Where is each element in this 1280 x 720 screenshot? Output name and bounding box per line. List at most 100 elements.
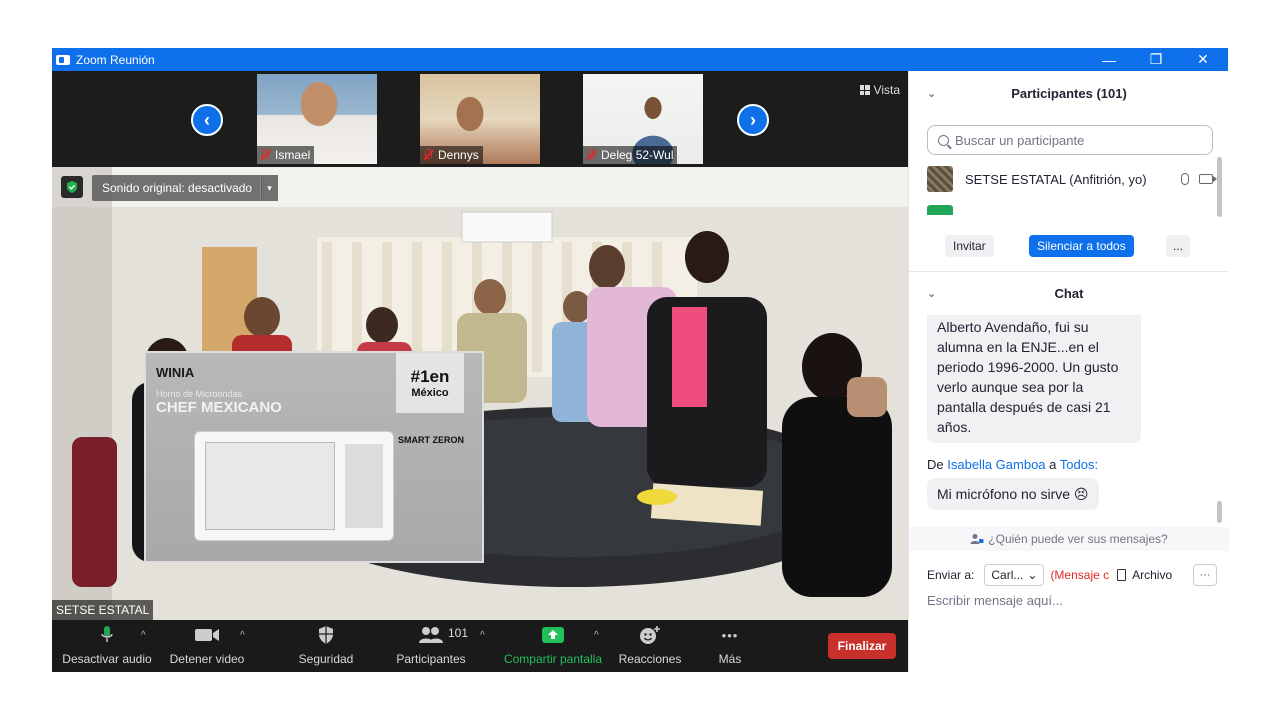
chat-to-separator: a: [1049, 457, 1057, 472]
original-sound-caret[interactable]: ▾: [260, 175, 278, 201]
invite-button[interactable]: Invitar: [945, 235, 994, 257]
original-sound-button[interactable]: Sonido original: desactivado: [92, 175, 263, 201]
chat-message-line: alumna en la ENJE...en el: [937, 339, 1099, 355]
zoom-logo-icon: [56, 54, 70, 65]
send-to-label: Enviar a:: [927, 568, 975, 582]
chat-visibility-text: ¿Quién puede ver sus mensajes?: [988, 532, 1168, 546]
previous-page-button[interactable]: ‹: [191, 104, 223, 136]
participant-search-placeholder: Buscar un participante: [955, 132, 1085, 148]
video-options-caret[interactable]: ^: [240, 630, 245, 641]
video-camera-icon[interactable]: [1199, 174, 1217, 184]
panel-divider: [909, 271, 1229, 272]
file-button-label[interactable]: Archivo: [1132, 568, 1172, 582]
thumbnail-name-bar: Dennys: [420, 146, 483, 164]
meeting-toolbar: Desactivar audio ^ Detener video ^ Segur…: [52, 620, 908, 672]
toolbar-item-more[interactable]: ••• Más: [708, 620, 752, 672]
active-speaker-name: SETSE ESTATAL: [52, 600, 154, 620]
product-box-subtitle: Horno de Microondas: [156, 389, 243, 399]
participants-header: ⌄ Participantes (101): [909, 81, 1229, 105]
microphone-icon[interactable]: [1181, 173, 1189, 185]
chat-visibility-notice[interactable]: ¿Quién puede ver sus mensajes?: [909, 527, 1229, 551]
microwave-door: [205, 442, 335, 530]
microwave-image: [194, 431, 394, 541]
participant-thumbnail[interactable]: Dennys: [420, 74, 540, 164]
restore-button[interactable]: ❐: [1133, 48, 1179, 71]
participants-options-caret[interactable]: ^: [480, 630, 485, 641]
product-box-feature: SMART ZERON: [398, 435, 464, 445]
microwave-keypad: [345, 444, 383, 528]
file-icon[interactable]: [1117, 569, 1127, 581]
chat-message-line: verlo aunque sea por la: [937, 379, 1084, 395]
window-title: Zoom Reunión: [76, 52, 155, 67]
active-speaker-video: WINIA Horno de Microondas CHEF MEXICANO …: [52, 167, 908, 620]
share-options-caret[interactable]: ^: [594, 630, 599, 641]
muted-microphone-icon: [585, 149, 597, 161]
toolbar-item-audio[interactable]: Desactivar audio: [58, 620, 156, 672]
participants-scrollbar[interactable]: [1217, 157, 1222, 217]
muted-microphone-icon: [422, 149, 434, 161]
chat-title: Chat: [1054, 285, 1084, 301]
participants-more-button[interactable]: ...: [1166, 235, 1190, 257]
chat-message-bubble: Alberto Avendaño, fui su alumna en la EN…: [927, 315, 1141, 443]
participants-count: 101: [448, 626, 469, 640]
participant-thumbnail[interactable]: Ismael: [257, 74, 377, 164]
audio-options-caret[interactable]: ^: [141, 630, 146, 641]
toolbar-item-security[interactable]: Seguridad: [290, 620, 362, 672]
search-icon: [938, 134, 949, 146]
thumbnail-name: Dennys: [438, 148, 479, 162]
shield-check-icon: [67, 181, 77, 193]
participant-thumbnail[interactable]: Deleg 52-Wul: [583, 74, 703, 164]
toolbar-item-reactions[interactable]: Reacciones: [616, 620, 684, 672]
toolbar-label: Compartir pantalla: [503, 652, 603, 666]
chevron-down-icon: ⌄: [1027, 568, 1038, 582]
chat-recipient-name[interactable]: Todos:: [1060, 457, 1098, 472]
thumbnail-name: Ismael: [275, 148, 311, 162]
encryption-shield-badge[interactable]: [61, 176, 83, 198]
chat-scrollbar[interactable]: [1217, 501, 1222, 523]
close-button[interactable]: ✕: [1180, 48, 1226, 71]
participant-search-input[interactable]: Buscar un participante: [927, 125, 1213, 155]
participant-row[interactable]: SETSE ESTATAL (Anfitrión, yo): [927, 166, 1217, 192]
product-box-title: CHEF MEXICANO: [156, 399, 282, 416]
view-button[interactable]: Vista: [859, 83, 900, 97]
mute-all-button[interactable]: Silenciar a todos: [1029, 235, 1134, 257]
product-box: WINIA Horno de Microondas CHEF MEXICANO …: [144, 351, 484, 563]
end-meeting-button[interactable]: Finalizar: [828, 633, 896, 659]
toolbar-label: Seguridad: [298, 652, 354, 666]
product-box-badge: #1en México: [396, 353, 464, 413]
minimize-button[interactable]: —: [1086, 48, 1132, 71]
thumbnail-strip: ‹ Ismael Dennys Deleg 52-Wul › Vista: [52, 71, 908, 167]
chat-from-prefix: De: [927, 457, 944, 472]
toolbar-item-share-screen[interactable]: Compartir pantalla: [502, 620, 604, 672]
chat-collapse-icon[interactable]: ⌄: [927, 287, 936, 300]
participant-status-icons: [1181, 173, 1217, 185]
chat-message-line: años.: [937, 419, 972, 435]
participants-title: Participantes (101): [1011, 85, 1127, 101]
thumbnail-name-bar: Deleg 52-Wul: [583, 146, 678, 164]
chat-message-line: periodo 1996-2000. Un gusto: [937, 359, 1119, 375]
product-box-brand: WINIA: [156, 365, 195, 380]
shield-icon: [317, 624, 335, 646]
person-lock-icon: [970, 534, 984, 544]
chat-more-button[interactable]: ···: [1193, 564, 1217, 586]
participant-row-partial[interactable]: [927, 205, 1213, 215]
product-box-badge-rank: #1en: [410, 367, 450, 386]
toolbar-label: Detener video: [169, 652, 245, 666]
send-to-select[interactable]: Carl... ⌄: [984, 564, 1045, 586]
product-box-badge-country: México: [411, 387, 449, 399]
avatar: [927, 166, 953, 192]
toolbar-item-video[interactable]: Detener video: [166, 620, 248, 672]
title-bar: Zoom Reunión — ❐ ✕: [52, 48, 1228, 71]
chat-sender-name[interactable]: Isabella Gamboa: [947, 457, 1045, 472]
video-camera-icon: [194, 624, 220, 646]
chat-message-line: Alberto Avendaño, fui su: [937, 319, 1089, 335]
next-page-button[interactable]: ›: [737, 104, 769, 136]
chat-message-input[interactable]: Escribir mensaje aquí...: [927, 593, 1063, 608]
toolbar-label: Desactivar audio: [62, 652, 152, 666]
participants-collapse-icon[interactable]: ⌄: [927, 87, 936, 100]
thumbnail-name: Deleg 52-Wul: [601, 148, 674, 162]
chat-message-bubble: Mi micrófono no sirve 😣: [927, 478, 1099, 510]
grid-view-icon: [859, 85, 870, 95]
share-screen-icon: [541, 624, 565, 646]
participants-icon: [418, 624, 444, 646]
